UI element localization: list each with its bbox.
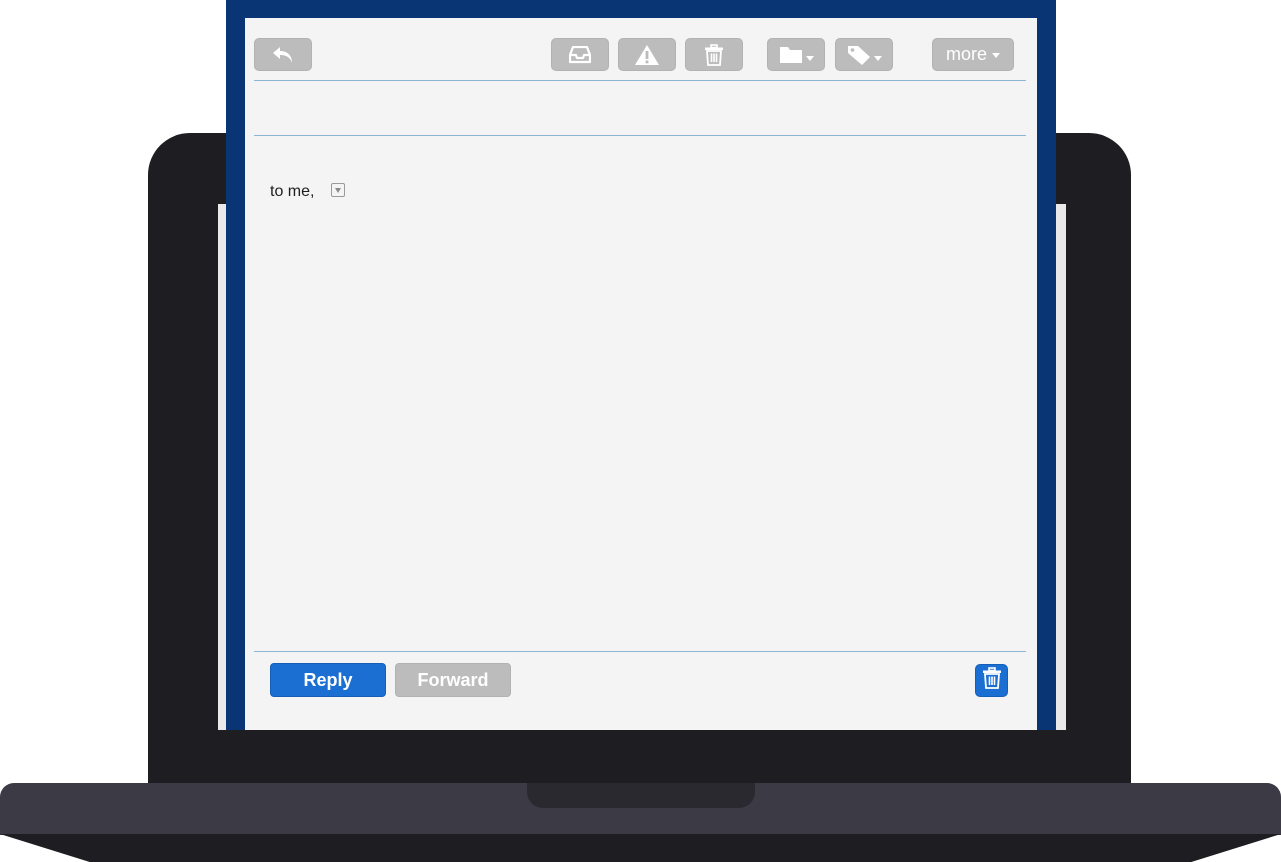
chevron-down-icon xyxy=(873,56,882,61)
chevron-down-icon xyxy=(805,56,814,61)
mail-window: more to me, Reply Forward xyxy=(245,18,1037,730)
warning-triangle-icon xyxy=(634,44,660,66)
subject-divider xyxy=(254,135,1026,136)
tag-icon xyxy=(847,45,871,65)
toolbar-divider xyxy=(254,80,1026,81)
delete-button[interactable] xyxy=(685,38,743,71)
recipient-line: to me, xyxy=(270,183,315,200)
reply-arrow-icon xyxy=(270,44,296,66)
chevron-down-icon xyxy=(992,53,1000,58)
show-details-toggle[interactable] xyxy=(331,183,345,197)
trash-icon xyxy=(982,667,1002,694)
back-button[interactable] xyxy=(254,38,312,71)
laptop-notch xyxy=(527,783,755,808)
delete-message-button[interactable] xyxy=(975,664,1008,697)
spam-button[interactable] xyxy=(618,38,676,71)
laptop-foot xyxy=(0,834,1281,862)
more-menu-button[interactable]: more xyxy=(932,38,1014,71)
folder-icon xyxy=(779,45,803,64)
trash-icon xyxy=(704,43,724,66)
label-button[interactable] xyxy=(835,38,893,71)
move-to-folder-button[interactable] xyxy=(767,38,825,71)
inbox-tray-icon xyxy=(569,45,591,64)
more-label: more xyxy=(945,44,987,64)
footer-divider xyxy=(254,651,1026,652)
forward-button[interactable]: Forward xyxy=(395,663,511,697)
archive-button[interactable] xyxy=(551,38,609,71)
reply-button[interactable]: Reply xyxy=(270,663,386,697)
caret-down-icon xyxy=(335,187,341,193)
